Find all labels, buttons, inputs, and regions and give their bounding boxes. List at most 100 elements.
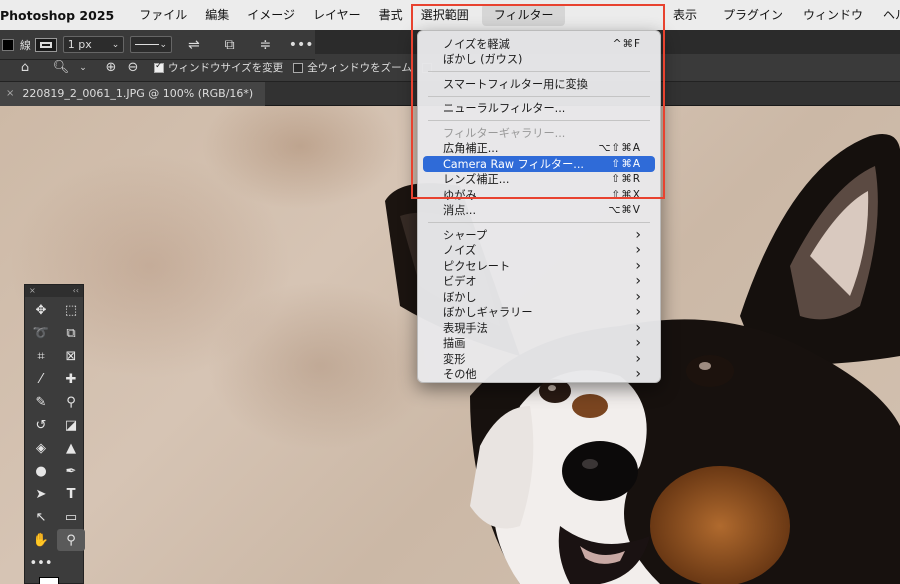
filter-menu-item[interactable]: ぼかし › (423, 289, 655, 305)
chevron-right-icon: › (635, 288, 641, 305)
menu-file[interactable]: ファイル (130, 4, 196, 26)
chevron-right-icon: › (635, 366, 641, 383)
zoom-in-icon[interactable]: ⊕ (100, 60, 122, 75)
direct-select-tool-icon[interactable]: ↖ (27, 506, 55, 528)
paint-bucket-tool-icon[interactable]: ◈ (27, 437, 55, 459)
path-arrangement-icon[interactable]: ≑ (252, 35, 280, 55)
dodge-tool-icon[interactable]: ● (27, 460, 55, 482)
filter-menu-item-label: フィルターギャラリー... (443, 126, 566, 140)
document-title: 220819_2_0061_1.JPG @ 100% (RGB/16*) (22, 87, 254, 100)
filter-menu-item[interactable]: Camera Raw フィルター... ⇧⌘A (423, 156, 655, 172)
filter-menu-item[interactable]: ニューラルフィルター... (423, 101, 655, 117)
filter-menu-item[interactable]: ぼかしギャラリー › (423, 304, 655, 321)
options-bar: 線 1 px ⌄ ⌄ ⇌ ⧉ ≑ ••• (0, 30, 315, 60)
filter-menu-item-label: 変形 (443, 352, 466, 366)
filter-menu-item[interactable]: シャープ › (423, 227, 655, 243)
menu-plugins[interactable]: プラグイン (714, 4, 792, 26)
healing-brush-tool-icon[interactable]: ✚ (57, 368, 85, 390)
chevron-right-icon: › (635, 226, 641, 243)
menu-select[interactable]: 選択範囲 (412, 4, 478, 26)
menu-separator (428, 222, 650, 223)
filter-menu-item-label: 描画 (443, 337, 466, 351)
shortcut-label: ⇧⌘A (611, 157, 641, 170)
menu-help[interactable]: ヘルプ (874, 4, 900, 26)
app-name[interactable]: Photoshop 2025 (0, 8, 122, 23)
tools-panel: × ‹‹ ✥ ⬚ ➰ ⧉ ⌗ ⊠ ⁄ ✚ ✎ ⚲ ↺ ◪ ◈ ▲ ● ✒ ➤ T… (24, 284, 85, 584)
shortcut-label: ⇧⌘X (611, 188, 641, 201)
chevron-right-icon: › (635, 257, 641, 274)
crop-tool-icon[interactable]: ⌗ (27, 345, 55, 367)
filter-menu-item[interactable]: 描画 › (423, 335, 655, 351)
eraser-tool-icon[interactable]: ◪ (57, 414, 85, 436)
resize-window-checkbox[interactable] (154, 61, 164, 73)
zoom-tool-icon[interactable]: 🔍︎ (50, 60, 72, 75)
menu-view[interactable]: 表示 (664, 4, 706, 26)
eyedropper-tool-icon[interactable]: ⁄ (27, 368, 55, 390)
chevron-down-icon[interactable]: ⌄ (72, 63, 94, 73)
foreground-color-swatch[interactable] (39, 577, 59, 584)
menu-separator (428, 95, 650, 97)
marquee-tool-icon[interactable]: ⬚ (57, 299, 85, 321)
menu-filter[interactable]: フィルター (481, 4, 566, 26)
filter-menu-item[interactable]: 変形 › (423, 351, 655, 367)
filter-menu-item-label: シャープ (443, 228, 488, 242)
filter-menu-item: フィルターギャラリー... (423, 125, 655, 141)
filter-menu-item[interactable]: その他 › (423, 366, 655, 383)
filter-menu-item-label: 広角補正... (443, 142, 499, 156)
zoom-tool-icon[interactable]: ⚲ (57, 529, 85, 551)
filter-menu-item-label: 表現手法 (443, 321, 488, 335)
path-operations-icon[interactable]: ⇌ (180, 35, 208, 55)
menu-type[interactable]: 書式 (370, 4, 412, 26)
stroke-type-select[interactable]: ⌄ (130, 36, 172, 53)
filter-menu-item[interactable]: ゆがみ... ⇧⌘X (423, 187, 655, 203)
filter-menu-item[interactable]: レンズ補正... ⇧⌘R (423, 172, 655, 188)
menu-window[interactable]: ウィンドウ (794, 4, 872, 26)
stroke-width-select[interactable]: 1 px ⌄ (62, 36, 125, 53)
home-icon[interactable]: ⌂ (14, 60, 36, 75)
history-brush-tool-icon[interactable]: ↺ (27, 414, 55, 436)
filter-menu-item[interactable]: ぼかし (ガウス) (423, 52, 655, 68)
close-icon[interactable]: × (6, 88, 14, 99)
filter-menu-item-label: ぼかしギャラリー (443, 306, 533, 320)
lasso-tool-icon[interactable]: ➰ (27, 322, 55, 344)
blur-tool-icon[interactable]: ▲ (57, 437, 85, 459)
fill-swatch[interactable] (2, 38, 14, 51)
filter-menu-item-label: ぼかし (ガウス) (443, 53, 523, 67)
collapse-icon[interactable]: ‹‹ (73, 285, 79, 297)
filter-menu-item[interactable]: 広角補正... ⌥⇧⌘A (423, 141, 655, 157)
object-select-tool-icon[interactable]: ⧉ (57, 322, 85, 344)
stroke-width-value: 1 px (67, 38, 92, 51)
path-alignment-icon[interactable]: ⧉ (216, 35, 244, 55)
document-tab[interactable]: × 220819_2_0061_1.JPG @ 100% (RGB/16*) (0, 81, 266, 106)
frame-tool-icon[interactable]: ⊠ (57, 345, 85, 367)
rectangle-tool-icon[interactable]: ▭ (57, 506, 85, 528)
pen-tool-icon[interactable]: ✒ (57, 460, 85, 482)
menu-separator (428, 120, 650, 121)
stroke-swatch[interactable] (34, 37, 57, 52)
move-tool-icon[interactable]: ✥ (27, 299, 55, 321)
more-options-icon[interactable]: ••• (287, 35, 315, 55)
filter-menu-item[interactable]: スマートフィルター用に変換 (423, 76, 655, 92)
filter-menu-item[interactable]: 消点... ⌥⌘V (423, 203, 655, 219)
chevron-right-icon: › (635, 304, 641, 321)
menu-layer[interactable]: レイヤー (304, 4, 370, 26)
filter-menu-item[interactable]: 表現手法 › (423, 320, 655, 336)
type-tool-icon[interactable]: T (57, 483, 85, 505)
filter-menu-item[interactable]: ピクセレート › (423, 258, 655, 274)
zoom-all-checkbox[interactable] (293, 62, 304, 73)
zoom-out-icon[interactable]: ⊖ (122, 60, 144, 75)
chevron-right-icon: › (635, 242, 641, 259)
stamp-tool-icon[interactable]: ⚲ (57, 391, 85, 413)
filter-menu-item[interactable]: ビデオ › (423, 273, 655, 289)
menu-image[interactable]: イメージ (238, 4, 304, 26)
filter-menu-item[interactable]: ノイズを軽減 ^⌘F (423, 36, 655, 52)
brush-tool-icon[interactable]: ✎ (27, 391, 55, 413)
filter-menu-item-label: ビデオ (443, 275, 477, 289)
close-icon[interactable]: × (29, 285, 36, 297)
more-tools-icon[interactable]: ••• (27, 552, 55, 574)
tools-panel-header[interactable]: × ‹‹ (25, 285, 83, 297)
hand-tool-icon[interactable]: ✋ (27, 529, 55, 551)
filter-menu-item[interactable]: ノイズ › (423, 242, 655, 259)
menu-edit[interactable]: 編集 (196, 4, 238, 26)
path-select-tool-icon[interactable]: ➤ (27, 483, 55, 505)
